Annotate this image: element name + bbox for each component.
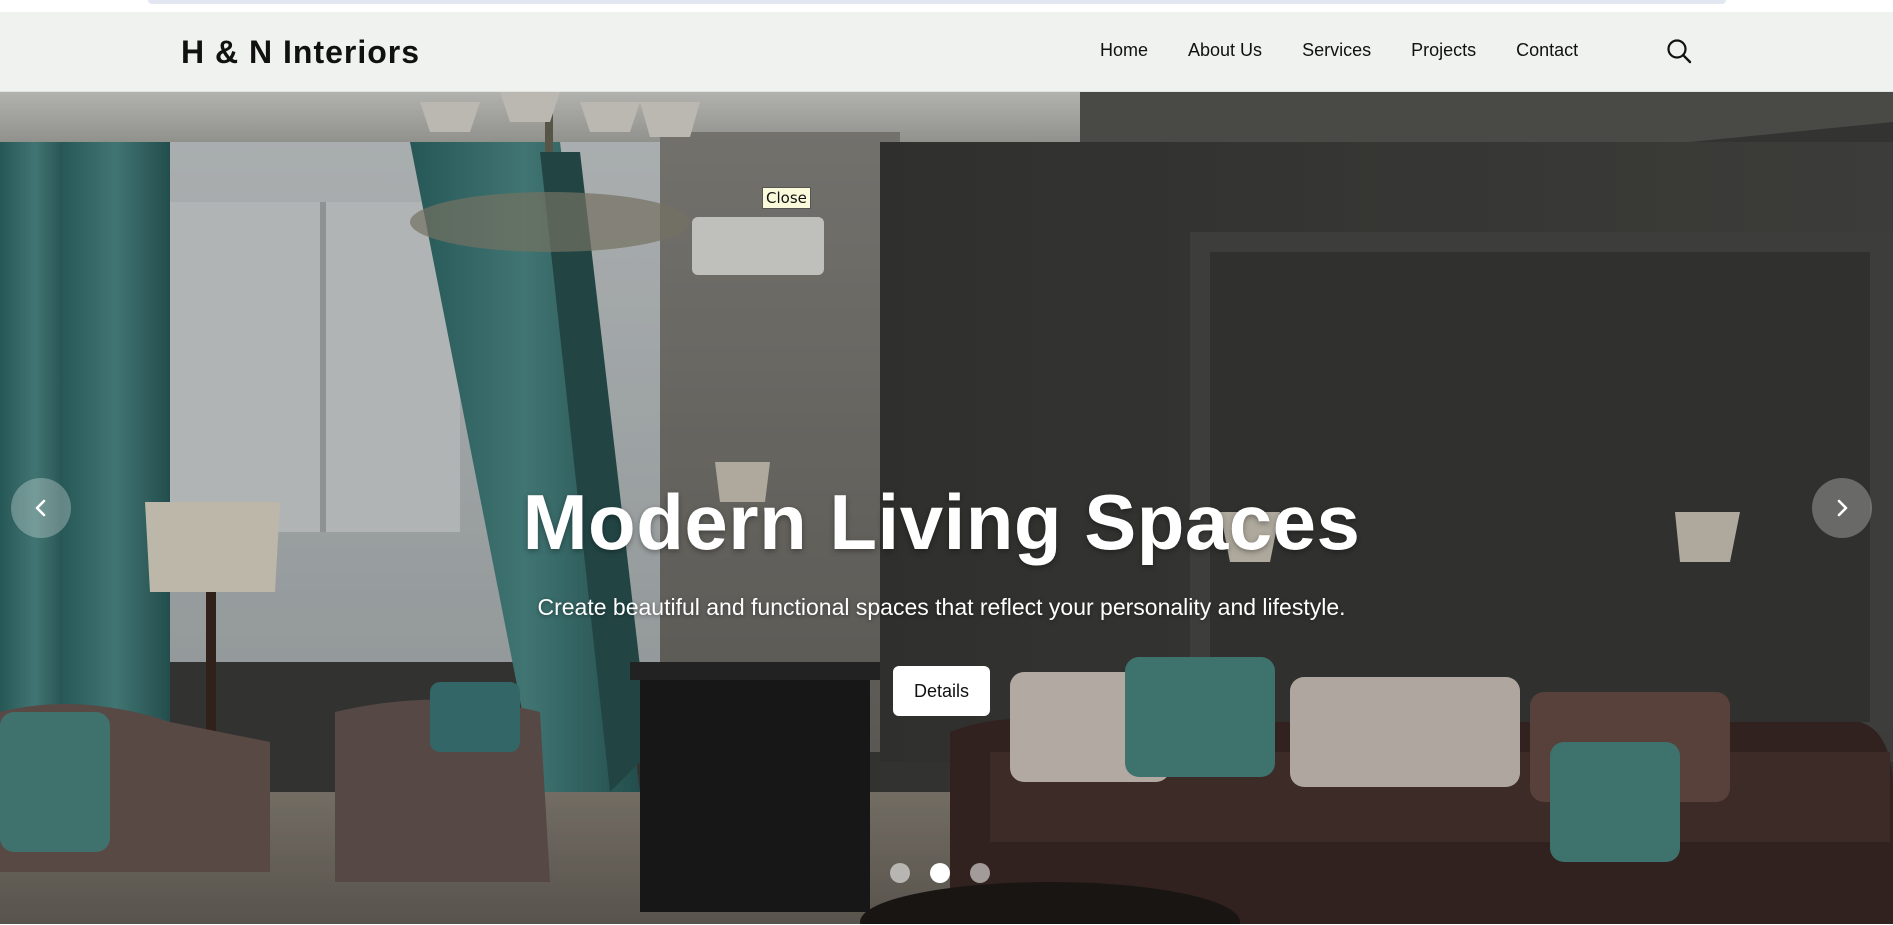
search-icon[interactable] [1666, 38, 1692, 64]
browser-edge-bar [148, 0, 1726, 4]
hero-subtitle: Create beautiful and functional spaces t… [537, 594, 1346, 620]
nav-services[interactable]: Services [1302, 40, 1371, 61]
close-tooltip: Close [762, 187, 811, 209]
nav-about-us[interactable]: About Us [1188, 40, 1262, 61]
hero-title: Modern Living Spaces [522, 478, 1361, 566]
site-logo[interactable]: H & N Interiors [181, 34, 420, 71]
top-strip [0, 0, 1893, 12]
site-header: H & N Interiors Home About Us Services P… [0, 12, 1893, 92]
hero-carousel: Close Modern Living Spaces Create beauti… [0, 92, 1893, 924]
main-nav: Home About Us Services Projects Contact [1100, 40, 1618, 61]
carousel-dot-3[interactable] [970, 863, 990, 883]
carousel-indicators [890, 863, 1010, 883]
nav-home[interactable]: Home [1100, 40, 1148, 61]
nav-projects[interactable]: Projects [1411, 40, 1476, 61]
nav-contact[interactable]: Contact [1516, 40, 1578, 61]
carousel-dot-2[interactable] [930, 863, 950, 883]
details-button[interactable]: Details [893, 666, 990, 716]
carousel-dot-1[interactable] [890, 863, 910, 883]
